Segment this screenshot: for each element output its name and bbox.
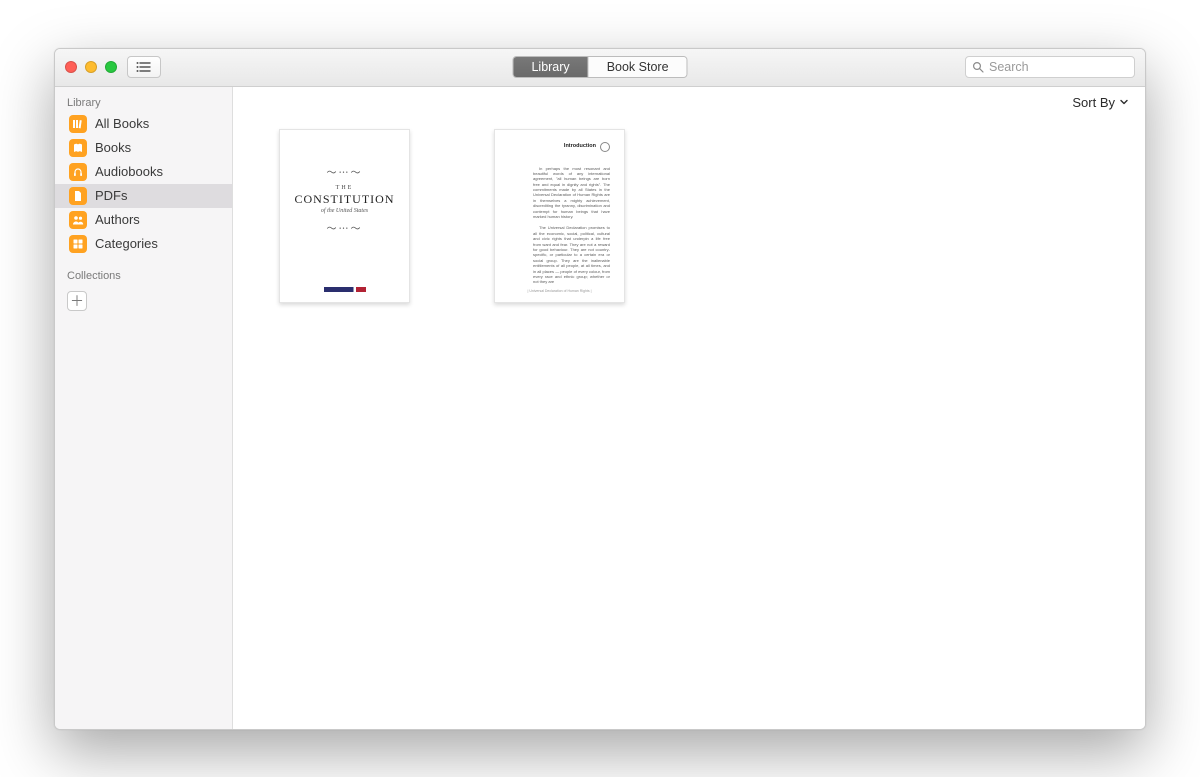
sidebar-item-label: Authors: [95, 211, 140, 229]
search-input[interactable]: [989, 60, 1128, 74]
window-controls: [65, 61, 117, 73]
doc-body: In perhaps the most resonant and beautif…: [533, 166, 610, 285]
sidebar-item-audiobooks[interactable]: Audiobooks: [55, 160, 232, 184]
sidebar-item-label: Categories: [95, 235, 158, 253]
doc-title: CONSTITUTION: [295, 192, 395, 207]
minimize-window-button[interactable]: [85, 61, 97, 73]
sidebar-item-label: PDFs: [95, 187, 128, 205]
doc-paragraph: The Universal Declaration promises to al…: [533, 225, 610, 284]
document-item[interactable]: 〜⋯〜 THE CONSTITUTION of the United State…: [279, 129, 410, 303]
tab-library[interactable]: Library: [513, 57, 588, 77]
sort-by-button[interactable]: Sort By: [1072, 95, 1129, 110]
app-window: Library Book Store Library All Books: [54, 48, 1146, 730]
list-icon: [136, 61, 152, 73]
window-body: Library All Books Books Audiobooks: [55, 87, 1145, 729]
authors-icon: [69, 211, 87, 229]
zoom-window-button[interactable]: [105, 61, 117, 73]
sidebar: Library All Books Books Audiobooks: [55, 87, 233, 729]
close-window-button[interactable]: [65, 61, 77, 73]
document-item[interactable]: Introduction In perhaps the most resonan…: [494, 129, 625, 303]
sidebar-item-categories[interactable]: Categories: [55, 232, 232, 256]
doc-header: Introduction: [509, 142, 610, 152]
add-collection-button[interactable]: ＋: [67, 291, 87, 311]
titlebar: Library Book Store: [55, 49, 1145, 87]
sidebar-item-books[interactable]: Books: [55, 136, 232, 160]
plus-icon: ＋: [70, 294, 84, 308]
sidebar-item-label: Books: [95, 139, 131, 157]
view-segmented-control: Library Book Store: [512, 56, 687, 78]
sidebar-header-collections: Collections: [55, 266, 232, 285]
ornament-icon: 〜⋯〜: [327, 164, 363, 179]
search-field[interactable]: [965, 56, 1135, 78]
ornament-icon: 〜⋯〜: [327, 220, 363, 235]
sidebar-item-all-books[interactable]: All Books: [55, 112, 232, 136]
doc-subtitle: of the United States: [321, 208, 368, 214]
sidebar-item-authors[interactable]: Authors: [55, 208, 232, 232]
pdfs-icon: [69, 187, 87, 205]
sidebar-item-label: All Books: [95, 115, 149, 133]
tab-book-store[interactable]: Book Store: [589, 57, 687, 77]
books-icon: [69, 139, 87, 157]
all-books-icon: [69, 115, 87, 133]
doc-heading: Introduction: [564, 143, 596, 150]
view-list-button[interactable]: [127, 56, 161, 78]
main-content: Sort By 〜⋯〜 THE CONSTITUTION of the Unit…: [233, 87, 1145, 729]
tab-library-label: Library: [531, 60, 569, 74]
un-emblem-icon: [600, 142, 610, 152]
tab-book-store-label: Book Store: [607, 60, 669, 74]
sort-by-label: Sort By: [1072, 95, 1115, 110]
search-icon: [972, 61, 984, 73]
doc-pretitle: THE: [336, 185, 354, 191]
sidebar-item-label: Audiobooks: [95, 163, 163, 181]
sidebar-item-pdfs[interactable]: PDFs: [55, 184, 232, 208]
chevron-down-icon: [1119, 97, 1129, 107]
categories-icon: [69, 235, 87, 253]
flag-bar-icon: [324, 287, 366, 292]
document-grid: 〜⋯〜 THE CONSTITUTION of the United State…: [233, 87, 1145, 345]
audiobooks-icon: [69, 163, 87, 181]
doc-footer: | Universal Declaration of Human Rights …: [495, 289, 624, 294]
sidebar-header-library: Library: [55, 93, 232, 112]
doc-paragraph: In perhaps the most resonant and beautif…: [533, 166, 610, 220]
